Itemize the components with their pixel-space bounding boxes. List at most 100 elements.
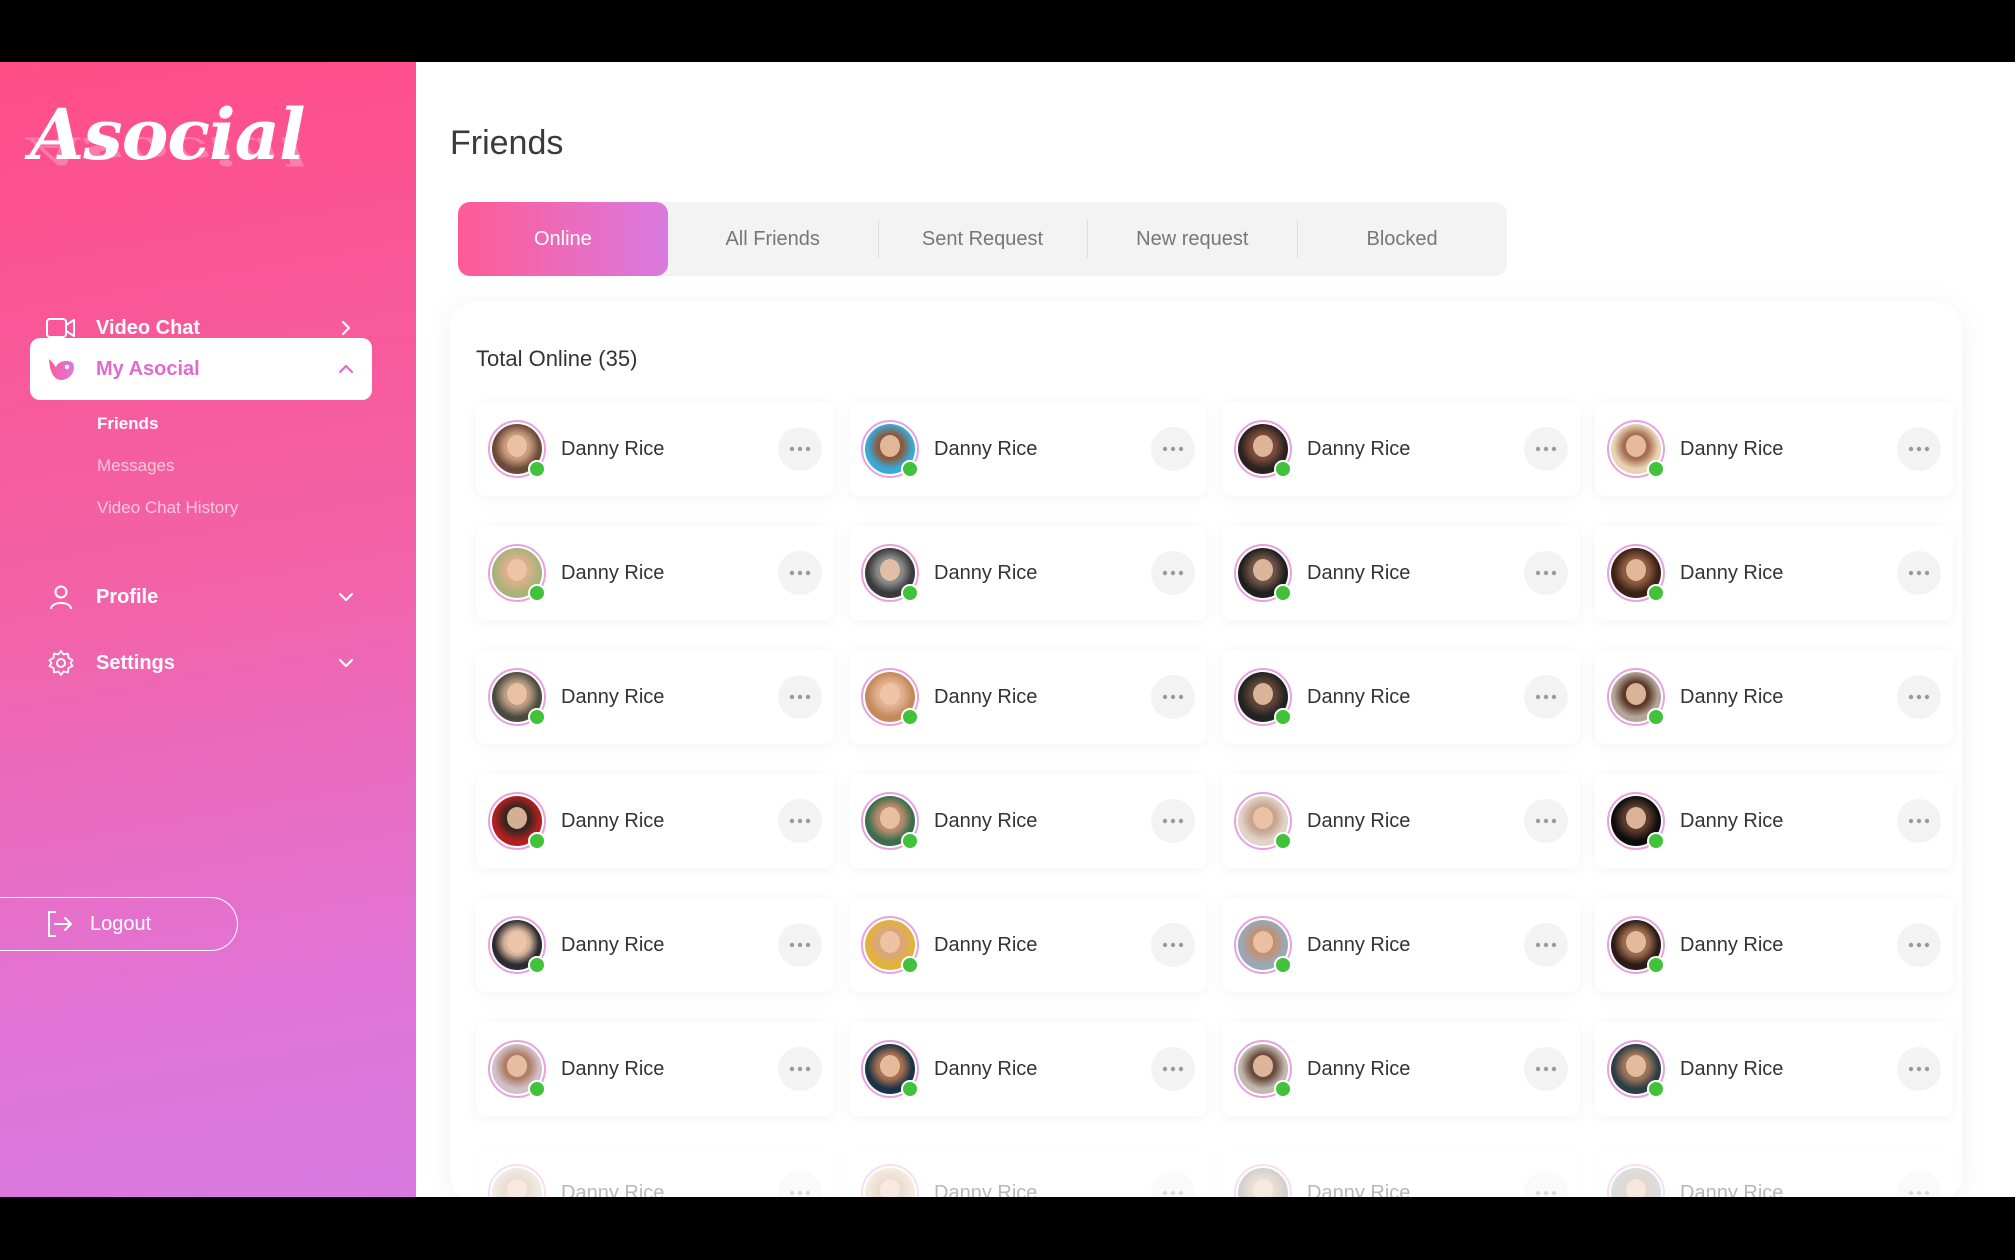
online-status-dot [528,956,546,974]
more-options-button[interactable] [1524,799,1568,843]
friend-card[interactable]: Danny Rice [1222,1146,1580,1197]
friend-card[interactable]: Danny Rice [476,650,834,744]
avatar[interactable] [1607,1040,1665,1098]
friend-card[interactable]: Danny Rice [1595,898,1953,992]
avatar[interactable] [1607,916,1665,974]
more-options-button[interactable] [1524,923,1568,967]
avatar[interactable] [861,1040,919,1098]
avatar[interactable] [488,544,546,602]
more-options-button[interactable] [778,1171,822,1197]
more-options-button[interactable] [778,799,822,843]
nav-item-my-asocial[interactable]: My Asocial [30,338,372,400]
friend-card[interactable]: Danny Rice [1595,774,1953,868]
more-options-button[interactable] [1524,1047,1568,1091]
avatar[interactable] [861,544,919,602]
more-options-button[interactable] [1524,427,1568,471]
avatar[interactable] [1607,1164,1665,1197]
logout-button[interactable]: Logout [0,897,238,951]
avatar[interactable] [1607,668,1665,726]
avatar[interactable] [861,668,919,726]
friend-card[interactable]: Danny Rice [849,774,1207,868]
online-status-dot [528,832,546,850]
friend-card[interactable]: Danny Rice [476,898,834,992]
friend-card[interactable]: Danny Rice [1222,650,1580,744]
avatar[interactable] [1234,1164,1292,1197]
friend-card[interactable]: Danny Rice [849,1146,1207,1197]
tab-online[interactable]: Online [458,202,668,276]
more-options-button[interactable] [1897,1047,1941,1091]
avatar[interactable] [861,1164,919,1197]
avatar[interactable] [1234,792,1292,850]
more-dots-icon [1908,1190,1930,1196]
more-options-button[interactable] [1897,1171,1941,1197]
more-options-button[interactable] [1897,923,1941,967]
more-options-button[interactable] [778,923,822,967]
sub-item-friends[interactable]: Friends [97,414,158,434]
friend-card[interactable]: Danny Rice [1595,650,1953,744]
avatar[interactable] [488,668,546,726]
more-options-button[interactable] [1151,675,1195,719]
more-options-button[interactable] [1151,427,1195,471]
more-options-button[interactable] [1151,1171,1195,1197]
avatar[interactable] [488,420,546,478]
tab-new-request[interactable]: New request [1087,202,1297,276]
more-options-button[interactable] [1897,427,1941,471]
avatar[interactable] [488,1040,546,1098]
nav-item-settings[interactable]: Settings [30,632,372,694]
tab-blocked[interactable]: Blocked [1297,202,1507,276]
more-options-button[interactable] [1151,799,1195,843]
friend-card[interactable]: Danny Rice [1595,1146,1953,1197]
avatar[interactable] [1607,420,1665,478]
avatar[interactable] [1607,544,1665,602]
more-options-button[interactable] [1524,551,1568,595]
friend-card[interactable]: Danny Rice [1222,898,1580,992]
friend-card[interactable]: Danny Rice [1595,526,1953,620]
friend-card[interactable]: Danny Rice [849,526,1207,620]
friend-card[interactable]: Danny Rice [476,402,834,496]
friend-card[interactable]: Danny Rice [1222,774,1580,868]
avatar[interactable] [488,916,546,974]
friend-card[interactable]: Danny Rice [1595,1022,1953,1116]
more-options-button[interactable] [1151,551,1195,595]
more-options-button[interactable] [778,427,822,471]
more-options-button[interactable] [1524,675,1568,719]
avatar[interactable] [861,420,919,478]
avatar[interactable] [488,792,546,850]
more-options-button[interactable] [1897,675,1941,719]
friend-card[interactable]: Danny Rice [849,898,1207,992]
friends-grid: Danny Rice Danny Rice Danny Rice Danny Rice… [476,402,1953,1197]
avatar[interactable] [1234,544,1292,602]
avatar[interactable] [861,792,919,850]
more-options-button[interactable] [778,551,822,595]
avatar[interactable] [1234,916,1292,974]
more-options-button[interactable] [1151,1047,1195,1091]
avatar[interactable] [861,916,919,974]
more-options-button[interactable] [1897,551,1941,595]
friend-card[interactable]: Danny Rice [1222,526,1580,620]
friend-card[interactable]: Danny Rice [849,650,1207,744]
tab-all-friends[interactable]: All Friends [668,202,878,276]
friend-card[interactable]: Danny Rice [1222,1022,1580,1116]
friend-card[interactable]: Danny Rice [1595,402,1953,496]
friend-card[interactable]: Danny Rice [1222,402,1580,496]
avatar[interactable] [1234,420,1292,478]
friend-card[interactable]: Danny Rice [476,1022,834,1116]
avatar[interactable] [1607,792,1665,850]
friend-card[interactable]: Danny Rice [849,1022,1207,1116]
tab-sent-request[interactable]: Sent Request [877,202,1088,276]
sub-item-video-chat-history[interactable]: Video Chat History [97,498,238,518]
friend-card[interactable]: Danny Rice [476,1146,834,1197]
more-options-button[interactable] [778,1047,822,1091]
more-options-button[interactable] [1524,1171,1568,1197]
avatar[interactable] [488,1164,546,1197]
avatar[interactable] [1234,1040,1292,1098]
nav-item-profile[interactable]: Profile [30,566,372,628]
sub-item-messages[interactable]: Messages [97,456,174,476]
friend-card[interactable]: Danny Rice [476,774,834,868]
friend-card[interactable]: Danny Rice [476,526,834,620]
more-options-button[interactable] [1151,923,1195,967]
more-options-button[interactable] [1897,799,1941,843]
more-options-button[interactable] [778,675,822,719]
friend-card[interactable]: Danny Rice [849,402,1207,496]
avatar[interactable] [1234,668,1292,726]
